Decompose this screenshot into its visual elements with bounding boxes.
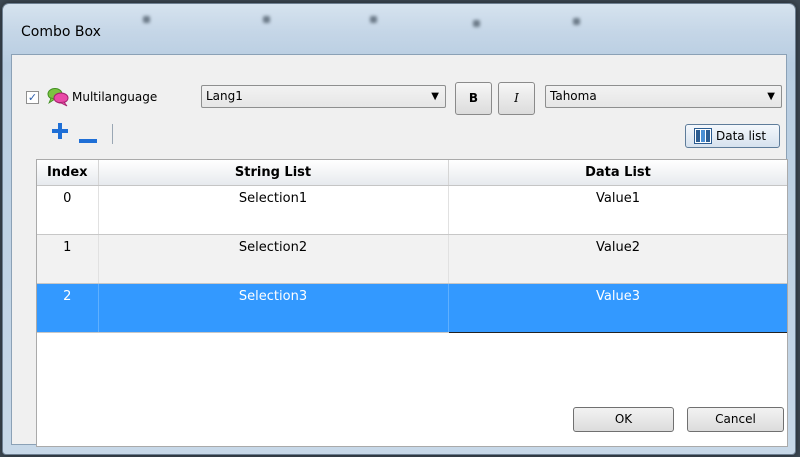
row-data[interactable]: Value2 (448, 234, 787, 284)
column-header-index[interactable]: Index (37, 160, 99, 186)
minus-icon[interactable] (79, 133, 97, 148)
font-dropdown[interactable]: Tahoma ▼ (545, 85, 782, 108)
chevron-down-icon: ▼ (767, 91, 775, 102)
row-string[interactable]: Selection2 (98, 234, 449, 284)
ok-button[interactable]: OK (573, 407, 674, 432)
data-list-icon (694, 128, 712, 151)
data-list-button[interactable]: Data list (685, 124, 780, 148)
column-header-string-list[interactable]: String List (98, 160, 449, 186)
column-header-data-list[interactable]: Data List (448, 160, 787, 186)
combo-box-dialog: Combo Box ✓ Multilanguage Lang1 ▼ B I Ta… (2, 3, 796, 455)
toolbar-separator (112, 124, 113, 144)
multilanguage-checkbox[interactable]: ✓ (26, 91, 39, 104)
cancel-button[interactable]: Cancel (687, 407, 784, 432)
row-index[interactable]: 1 (37, 234, 99, 284)
items-grid[interactable]: Index String List Data List 0 Selection1… (36, 159, 788, 447)
font-value: Tahoma (550, 89, 597, 103)
italic-button[interactable]: I (498, 82, 535, 115)
blurred-background (143, 12, 663, 56)
table-row[interactable]: 1 Selection2 Value2 (37, 234, 787, 284)
row-string[interactable]: Selection1 (98, 185, 449, 235)
speech-bubbles-icon (47, 87, 69, 107)
dialog-title: Combo Box (21, 24, 101, 40)
bold-label: B (468, 91, 479, 105)
multilanguage-label: Multilanguage (72, 90, 158, 104)
table-row-selected[interactable]: 2 Selection3 Value3 (37, 283, 787, 333)
row-string[interactable]: Selection3 (98, 283, 449, 333)
language-value: Lang1 (206, 89, 243, 103)
row-index[interactable]: 2 (37, 283, 99, 333)
data-list-label: Data list (716, 129, 767, 143)
plus-icon[interactable] (52, 123, 68, 143)
dialog-body: ✓ Multilanguage Lang1 ▼ B I Tahoma ▼ Dat… (11, 54, 788, 447)
row-data[interactable]: Value1 (448, 185, 787, 235)
chevron-down-icon: ▼ (431, 91, 439, 102)
bold-button[interactable]: B (455, 82, 492, 115)
language-dropdown[interactable]: Lang1 ▼ (201, 85, 446, 108)
row-data[interactable]: Value3 (447, 283, 787, 333)
italic-label: I (514, 91, 519, 105)
row-index[interactable]: 0 (37, 185, 99, 235)
table-row[interactable]: 0 Selection1 Value1 (37, 185, 787, 235)
